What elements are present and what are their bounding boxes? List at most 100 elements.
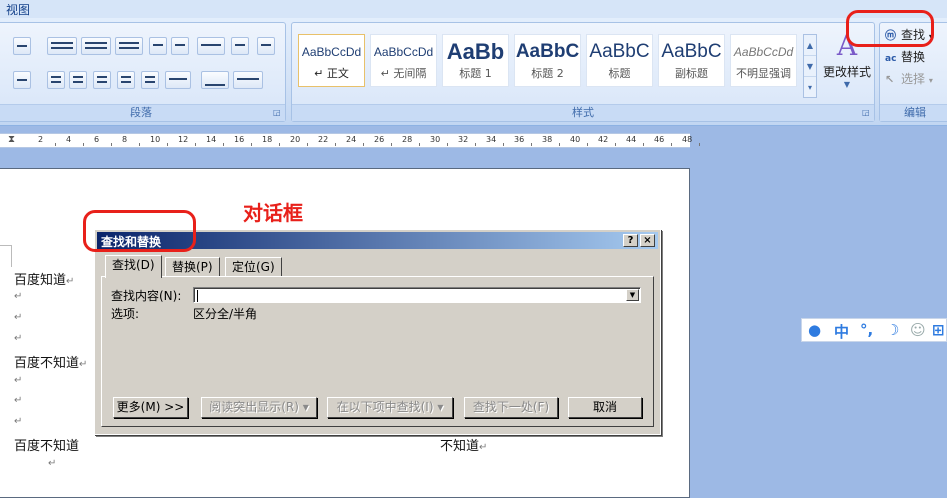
ruler-tick-mark (307, 143, 308, 146)
ruler-tick-mark (363, 143, 364, 146)
para-mark: ↵ (48, 458, 57, 469)
help-button[interactable]: ? (623, 234, 638, 247)
more-button[interactable]: 更多(M) >> (113, 397, 188, 418)
ruler-tick-label: 4 (66, 135, 72, 144)
ruler-tick-label: 6 (94, 135, 100, 144)
find-replace-dialog: 查找和替换 ? × 查找(D) 替换(P) 定位(G) 查找内容(N): ▼ 选… (94, 229, 661, 435)
chevron-down-icon[interactable]: ▼ (626, 289, 639, 301)
decrease-indent-button[interactable] (149, 37, 167, 55)
style-sample: AaBbCcDd (373, 45, 434, 59)
ruler-tick-mark (195, 143, 196, 146)
style-heading-1[interactable]: AaBb 标题 1 (442, 34, 509, 87)
chevron-down-icon: ▾ (928, 32, 933, 41)
ruler-tick-mark (111, 143, 112, 146)
change-styles-button[interactable]: A 更改样式 ▼ (819, 29, 875, 99)
style-sample: AaBbC (661, 41, 722, 62)
style-heading-2[interactable]: AaBbC 标题 2 (514, 34, 581, 87)
style-name: 不明显强调 (736, 67, 791, 80)
align-right-button[interactable] (93, 71, 111, 89)
numbering-button[interactable] (81, 37, 111, 55)
find-next-button[interactable]: 查找下一处(F) (464, 397, 558, 418)
justify-button[interactable] (117, 71, 135, 89)
styles-group: AaBbCcDd ↵ 正文 AaBbCcDd ↵ 无间隔 AaBb 标题 1 A… (291, 22, 875, 122)
style-name: ↵ 无间隔 (380, 67, 427, 80)
ruler-tick-label: 12 (178, 135, 189, 144)
paragraph-dialog-launcher-icon[interactable]: ◲ (273, 109, 282, 118)
replace-label: 替换 (901, 50, 926, 64)
close-button[interactable]: × (640, 234, 655, 247)
bullets-button[interactable] (47, 37, 77, 55)
tab-find[interactable]: 查找(D) (105, 255, 162, 278)
horizontal-ruler[interactable]: ⧗ 2 4 6 8 10 12 14 16 18 20 22 24 26 28 30 32 34 36 38 40 42… (0, 133, 700, 148)
ruler-tick-mark (531, 143, 532, 146)
tab-replace[interactable]: 替换(P) (165, 257, 220, 277)
style-name: 标题 1 (459, 67, 492, 80)
ruler-tick-label: 38 (542, 135, 553, 144)
font-border-button[interactable] (13, 37, 31, 55)
style-subtitle[interactable]: AaBbC 副标题 (658, 34, 725, 87)
binoculars-icon: ⓜ (885, 29, 896, 42)
find-what-input[interactable]: ▼ (193, 287, 641, 303)
ribbon-tab-bar: 视图 (0, 0, 947, 18)
doc-line: 百度不知道↵ (14, 356, 88, 371)
tab-goto[interactable]: 定位(G) (225, 257, 282, 277)
para-mark: ↵ (14, 333, 23, 344)
chevron-up-icon[interactable]: ▲ (804, 35, 816, 56)
style-subtle-emphasis[interactable]: AaBbCcDd 不明显强调 (730, 34, 797, 87)
select-label: 选择 (901, 72, 926, 86)
borders-button[interactable] (233, 71, 263, 89)
ruler-tick-label: 22 (318, 135, 329, 144)
find-what-label: 查找内容(N): (111, 289, 182, 303)
ruler-tick-label: 28 (402, 135, 413, 144)
ruler-tick-label: 26 (374, 135, 385, 144)
dialog-title-bar[interactable]: 查找和替换 ? × (97, 232, 658, 249)
sort-button[interactable] (231, 37, 249, 55)
chinese-layout-button[interactable] (197, 37, 225, 55)
align-center-button[interactable] (69, 71, 87, 89)
align-left-button[interactable] (47, 71, 65, 89)
paw-icon[interactable]: ● (808, 321, 821, 339)
ruler-tick-label: 10 (150, 135, 161, 144)
style-name: 标题 (608, 67, 631, 80)
ruler-tick-mark (671, 143, 672, 146)
editing-group-label: 编辑 (880, 104, 947, 121)
increase-indent-button[interactable] (171, 37, 189, 55)
tab-view[interactable]: 视图 (6, 1, 30, 18)
reading-highlight-button[interactable]: 阅读突出显示(R) ▾ (201, 397, 317, 418)
replace-button[interactable]: ac 替换 (885, 48, 925, 66)
styles-group-label: 样式 (292, 104, 874, 121)
replace-icon: ac (885, 54, 897, 64)
gallery-more-icon[interactable]: ▾ (804, 77, 816, 98)
styles-dialog-launcher-icon[interactable]: ◲ (862, 109, 871, 118)
ime-toolbar: ● 中 °, ☽ ☺ ⊞ (801, 318, 947, 342)
style-sample: AaBbC (515, 41, 580, 62)
select-button[interactable]: ↖ 选择 ▾ (885, 70, 933, 88)
style-name: 副标题 (675, 67, 708, 80)
half-full-width-icon[interactable]: ☽ (886, 321, 899, 339)
show-marks-button[interactable] (257, 37, 275, 55)
punctuation-icon[interactable]: °, (860, 321, 873, 339)
styles-gallery-scroll[interactable]: ▲ ▼ ▾ (803, 34, 817, 98)
distributed-button[interactable] (141, 71, 159, 89)
style-no-spacing[interactable]: AaBbCcDd ↵ 无间隔 (370, 34, 437, 87)
ruler-tick-label: 20 (290, 135, 301, 144)
ruler-tick-label: 18 (262, 135, 273, 144)
find-in-button[interactable]: 在以下项中查找(I) ▾ (327, 397, 453, 418)
chevron-down-icon[interactable]: ▼ (804, 56, 816, 77)
doc-line: 百度不知道 (14, 439, 80, 454)
ime-mode-chinese[interactable]: 中 (834, 321, 849, 342)
cancel-button[interactable]: 取消 (568, 397, 642, 418)
style-normal[interactable]: AaBbCcDd ↵ 正文 (298, 34, 365, 87)
ruler-tick-mark (335, 143, 336, 146)
multilevel-list-button[interactable] (115, 37, 143, 55)
style-title[interactable]: AaBbC 标题 (586, 34, 653, 87)
line-spacing-button[interactable] (165, 71, 191, 89)
indent-marker-icon[interactable]: ⧗ (8, 134, 18, 147)
ruler-tick-label: 46 (654, 135, 665, 144)
user-icon[interactable]: ☺ (910, 321, 926, 339)
character-shading-button[interactable] (13, 71, 31, 89)
shading-button[interactable] (201, 71, 229, 89)
grid-icon[interactable]: ⊞ (932, 321, 945, 339)
chevron-down-icon: ▾ (928, 76, 933, 85)
find-button[interactable]: ⓜ 查找 ▾ (885, 26, 933, 44)
